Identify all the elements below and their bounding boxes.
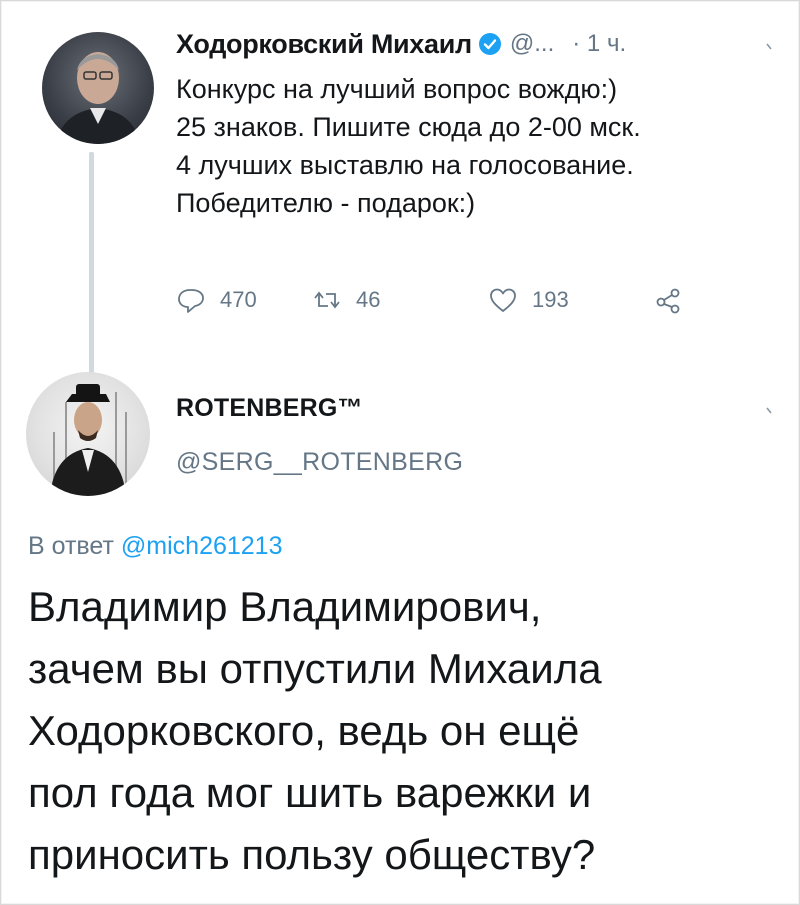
share-button[interactable] [654, 280, 684, 320]
tweet-text-line: зачем вы отпустили Михаила [28, 645, 602, 692]
author-handle[interactable]: @SERG__ROTENBERG [176, 448, 463, 477]
reply-button[interactable]: 470 [176, 280, 257, 320]
reply-count: 470 [220, 287, 257, 312]
like-button[interactable]: 193 [488, 280, 569, 320]
reply-mention-link[interactable]: @mich261213 [121, 532, 283, 560]
tweet-header: Ходорковский Михаил @... · 1 ч. [176, 24, 626, 64]
share-nodes-icon [656, 288, 680, 314]
tweet-actions: 470 46 193 [176, 280, 736, 320]
tweet-text-line: приносить пользу обществу? [28, 831, 596, 878]
author-name[interactable]: Ходорковский Михаил [176, 29, 472, 60]
author-handle[interactable]: @... [510, 30, 554, 58]
retweet-button[interactable]: 46 [312, 280, 380, 320]
retweet-count: 46 [356, 287, 381, 312]
reply-context: В ответ @mich261213 [28, 532, 283, 561]
thread-line [89, 152, 94, 374]
tweet-text: Конкурс на лучший вопрос вождю:) 25 знак… [176, 70, 776, 222]
reply-prefix: В ответ [28, 532, 114, 560]
author-name[interactable]: ROTENBERG™ [176, 394, 363, 423]
like-count: 193 [532, 287, 569, 312]
tweet-text-line: Владимир Владимирович, [28, 583, 542, 630]
verified-badge-icon [478, 32, 502, 56]
retweet-arrows-icon [314, 291, 340, 309]
avatar[interactable] [26, 372, 150, 496]
avatar-portrait [50, 384, 127, 496]
tweet-text-line: 25 знаков. Пишите сюда до 2-00 мск. [176, 112, 641, 142]
tweet-text: Владимир Владимирович, зачем вы отпустил… [28, 576, 788, 886]
tweet-text-line: Победителю - подарок:) [176, 188, 476, 218]
tweet-text-line: Ходорковского, ведь он ещё [28, 707, 580, 754]
avatar[interactable] [42, 32, 154, 144]
chevron-down-icon[interactable] [762, 38, 776, 59]
heart-icon [490, 288, 516, 312]
chevron-down-icon[interactable] [762, 402, 776, 423]
tweet-text-line: Конкурс на лучший вопрос вождю:) [176, 74, 618, 104]
tweet-text-line: 4 лучших выставлю на голосование. [176, 150, 634, 180]
tweet-text-line: пол года мог шить варежки и [28, 769, 592, 816]
avatar-portrait [56, 52, 140, 144]
tweet-time[interactable]: · 1 ч. [572, 30, 626, 58]
speech-bubble-icon [178, 289, 204, 313]
